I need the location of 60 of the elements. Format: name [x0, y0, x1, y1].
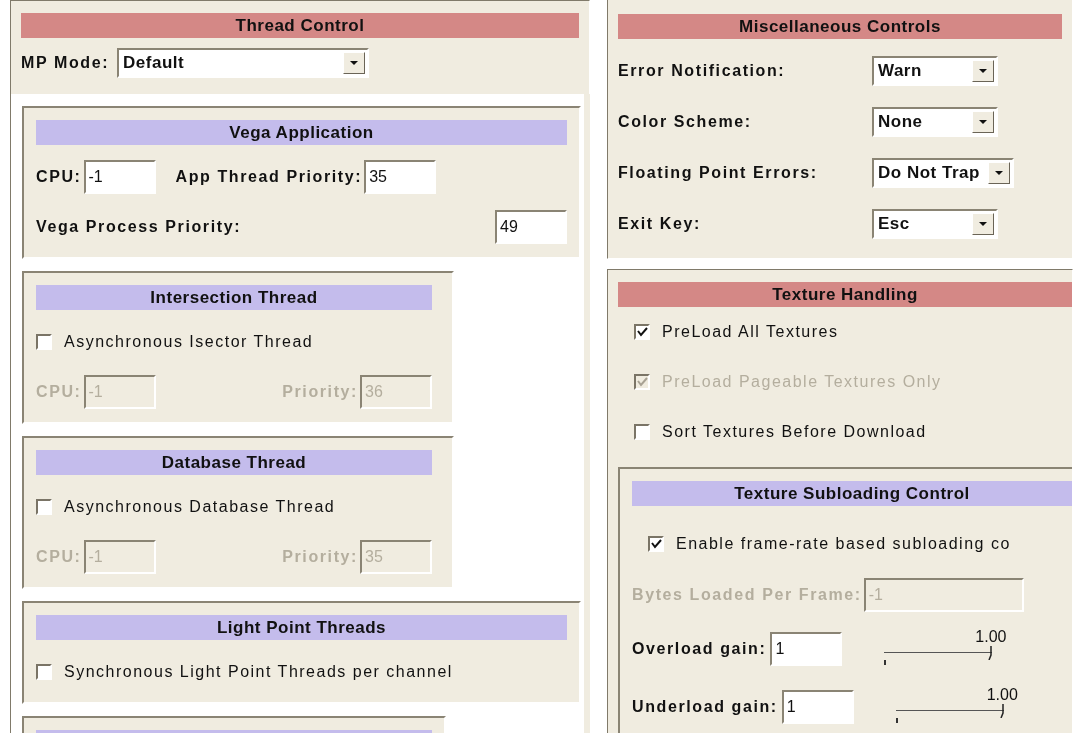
check-icon: [636, 377, 648, 387]
group-header: Intersection Thread: [36, 285, 432, 310]
field-label: Overload gain:: [632, 640, 767, 658]
input-field[interactable]: 49: [495, 210, 567, 244]
dropdown[interactable]: Do Not Trap: [872, 157, 1014, 188]
section-header: Miscellaneous Controls: [618, 14, 1062, 39]
input-field[interactable]: -1: [83, 160, 156, 194]
field-label: Error Notification:: [618, 61, 787, 80]
checkbox-label: Enable frame-rate based subloading co: [676, 535, 1011, 553]
field-label: Priority:: [282, 548, 358, 566]
dropdown[interactable]: Default: [117, 48, 370, 78]
dropdown-arrow-icon: [978, 118, 988, 125]
dropdown-arrow-icon: [978, 220, 988, 227]
field-label: Color Scheme:: [618, 112, 753, 131]
checkbox-label: Synchronous Light Point Threads per channel: [64, 663, 453, 681]
checkbox-label: Asynchronous Isector Thread: [64, 333, 314, 351]
field-label: CPU:: [36, 383, 82, 401]
group-header: Light Point Threads: [36, 615, 567, 640]
field-label: CPU:: [36, 548, 82, 566]
slider-reading: 1.00: [975, 628, 1007, 646]
field-label: Priority:: [282, 383, 358, 401]
checkbox-label: Sort Textures Before Download: [662, 423, 927, 441]
checkbox-label: Asynchronous Database Thread: [64, 498, 336, 516]
field-label: Underload gain:: [632, 698, 778, 716]
checkbox[interactable]: [634, 424, 650, 440]
slider-thumb[interactable]: [988, 646, 993, 660]
section-header: Texture Handling: [618, 282, 1072, 307]
field-label: CPU:: [36, 168, 82, 186]
dropdown-arrow-icon: [349, 60, 360, 66]
dropdown-arrow-icon: [978, 67, 988, 74]
checkbox[interactable]: [36, 664, 52, 680]
input-field[interactable]: 1: [770, 632, 843, 666]
field-label: MP Mode:: [21, 54, 110, 72]
tick-mark: [884, 660, 887, 665]
checkbox[interactable]: [648, 536, 664, 552]
checkbox-label: PreLoad Pageable Textures Only: [662, 373, 942, 391]
group-header: Vega Application: [36, 120, 567, 145]
field-label: App Thread Priority:: [175, 168, 363, 186]
dropdown[interactable]: Warn: [872, 55, 998, 86]
check-icon: [650, 539, 662, 549]
dropdown[interactable]: Esc: [872, 208, 998, 239]
checkbox[interactable]: [634, 324, 650, 340]
field-label: Exit Key:: [618, 214, 702, 233]
checkbox-label: PreLoad All Textures: [662, 323, 839, 341]
check-icon: [636, 327, 648, 337]
dropdown[interactable]: None: [872, 106, 998, 137]
group-header: Database Thread: [36, 450, 432, 475]
field-label: Bytes Loaded Per Frame:: [632, 586, 862, 604]
section-header: Thread Control: [21, 13, 579, 38]
slider-reading: 1.00: [986, 686, 1018, 704]
field-label: Floating Point Errors:: [618, 163, 819, 182]
checkbox[interactable]: [36, 334, 52, 350]
dropdown-arrow-icon: [993, 169, 1004, 176]
input-field[interactable]: 35: [364, 160, 437, 194]
input-field[interactable]: 1: [781, 690, 854, 724]
checkbox[interactable]: [36, 499, 52, 515]
tick-mark: [895, 718, 898, 723]
group-header: Texture Subloading Control: [632, 481, 1072, 506]
slider-thumb[interactable]: [999, 704, 1004, 718]
field-label: Vega Process Priority:: [36, 218, 242, 236]
